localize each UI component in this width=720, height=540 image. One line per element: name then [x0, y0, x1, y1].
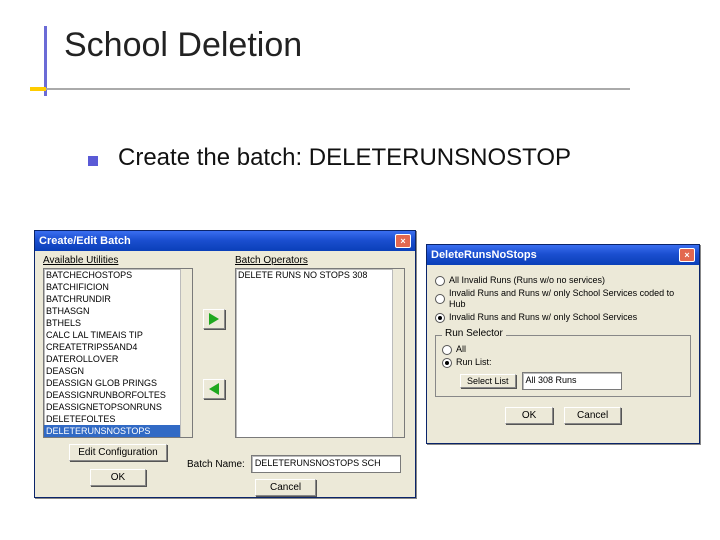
list-item[interactable]: DEASSIGNRUNBORFOLTES: [44, 389, 192, 401]
radio-run-all[interactable]: All: [442, 344, 684, 355]
close-icon[interactable]: ×: [679, 248, 695, 262]
create-edit-batch-window: Create/Edit Batch × Available Utilities …: [34, 230, 416, 498]
ok-button[interactable]: OK: [505, 407, 553, 424]
bullet-icon: [88, 156, 98, 166]
batch-name-label: Batch Name:: [187, 459, 245, 470]
list-item[interactable]: DELETERUNSNOSTOPS: [44, 425, 192, 437]
window-title: Create/Edit Batch: [39, 235, 131, 247]
radio-icon: [442, 345, 452, 355]
edit-configuration-button[interactable]: Edit Configuration: [69, 444, 167, 461]
list-item[interactable]: BATCHECHOSTOPS: [44, 269, 192, 281]
batch-operators-list[interactable]: DELETE RUNS NO STOPS 308: [235, 268, 405, 438]
list-item[interactable]: DEASSIGNETOPSONRUNS: [44, 401, 192, 413]
list-item[interactable]: BATCHRUNDIR: [44, 293, 192, 305]
list-item[interactable]: DELETE RUNS NO STOPS 308: [236, 269, 404, 281]
bullet-text: Create the batch: DELETERUNSNOSTOP: [118, 144, 571, 172]
radio-label: All: [456, 344, 466, 355]
scrollbar[interactable]: [180, 269, 192, 437]
list-item[interactable]: DATEROLLOVER: [44, 353, 192, 365]
radio-label: Invalid Runs and Runs w/ only School Ser…: [449, 288, 691, 310]
run-selector-group: Run Selector: [442, 328, 506, 339]
radio-icon: [435, 313, 445, 323]
radio-icon: [435, 276, 445, 286]
cancel-button[interactable]: Cancel: [255, 479, 316, 496]
radio-all-invalid[interactable]: All Invalid Runs (Runs w/o no services): [435, 275, 691, 286]
radio-label: All Invalid Runs (Runs w/o no services): [449, 275, 605, 286]
batch-name-input[interactable]: DELETERUNSNOSTOPS SCH: [251, 455, 401, 473]
radio-invalid-hub[interactable]: Invalid Runs and Runs w/ only School Ser…: [435, 288, 691, 310]
radio-invalid-school[interactable]: Invalid Runs and Runs w/ only School Ser…: [435, 312, 691, 323]
arrow-right-icon: [209, 313, 219, 325]
remove-arrow-button[interactable]: [203, 379, 225, 399]
scrollbar[interactable]: [392, 269, 404, 437]
list-item[interactable]: BATCHIFICION: [44, 281, 192, 293]
available-utilities-list[interactable]: BATCHECHOSTOPS BATCHIFICION BATCHRUNDIR …: [43, 268, 193, 438]
radio-label: Run List:: [456, 357, 492, 368]
radio-label: Invalid Runs and Runs w/ only School Ser…: [449, 312, 637, 323]
add-arrow-button[interactable]: [203, 309, 225, 329]
close-icon[interactable]: ×: [395, 234, 411, 248]
cancel-button[interactable]: Cancel: [564, 407, 621, 424]
run-list-input[interactable]: All 308 Runs: [522, 372, 622, 390]
window-title: DeleteRunsNoStops: [431, 249, 537, 261]
arrow-left-icon: [209, 383, 219, 395]
list-item[interactable]: CALC LAL TIMEAIS TIP: [44, 329, 192, 341]
list-item[interactable]: CREATETRIPS5AND4: [44, 341, 192, 353]
ok-button[interactable]: OK: [90, 469, 146, 486]
radio-icon: [442, 358, 452, 368]
list-item[interactable]: DELETERUNUSEDSTREETS: [44, 437, 192, 438]
list-item[interactable]: BTHASGN: [44, 305, 192, 317]
list-item[interactable]: DEASSIGN GLOB PRINGS: [44, 377, 192, 389]
delete-runs-no-stops-window: DeleteRunsNoStops × All Invalid Runs (Ru…: [426, 244, 700, 444]
radio-icon: [435, 294, 445, 304]
available-utilities-label: Available Utilities: [43, 255, 193, 266]
batch-operators-label: Batch Operators: [235, 255, 405, 266]
radio-run-list[interactable]: Run List:: [442, 357, 684, 368]
slide-title: School Deletion: [64, 26, 302, 65]
list-item[interactable]: DELETEFOLTES: [44, 413, 192, 425]
select-list-button[interactable]: Select List: [460, 374, 516, 388]
list-item[interactable]: BTHELS: [44, 317, 192, 329]
list-item[interactable]: DEASGN: [44, 365, 192, 377]
